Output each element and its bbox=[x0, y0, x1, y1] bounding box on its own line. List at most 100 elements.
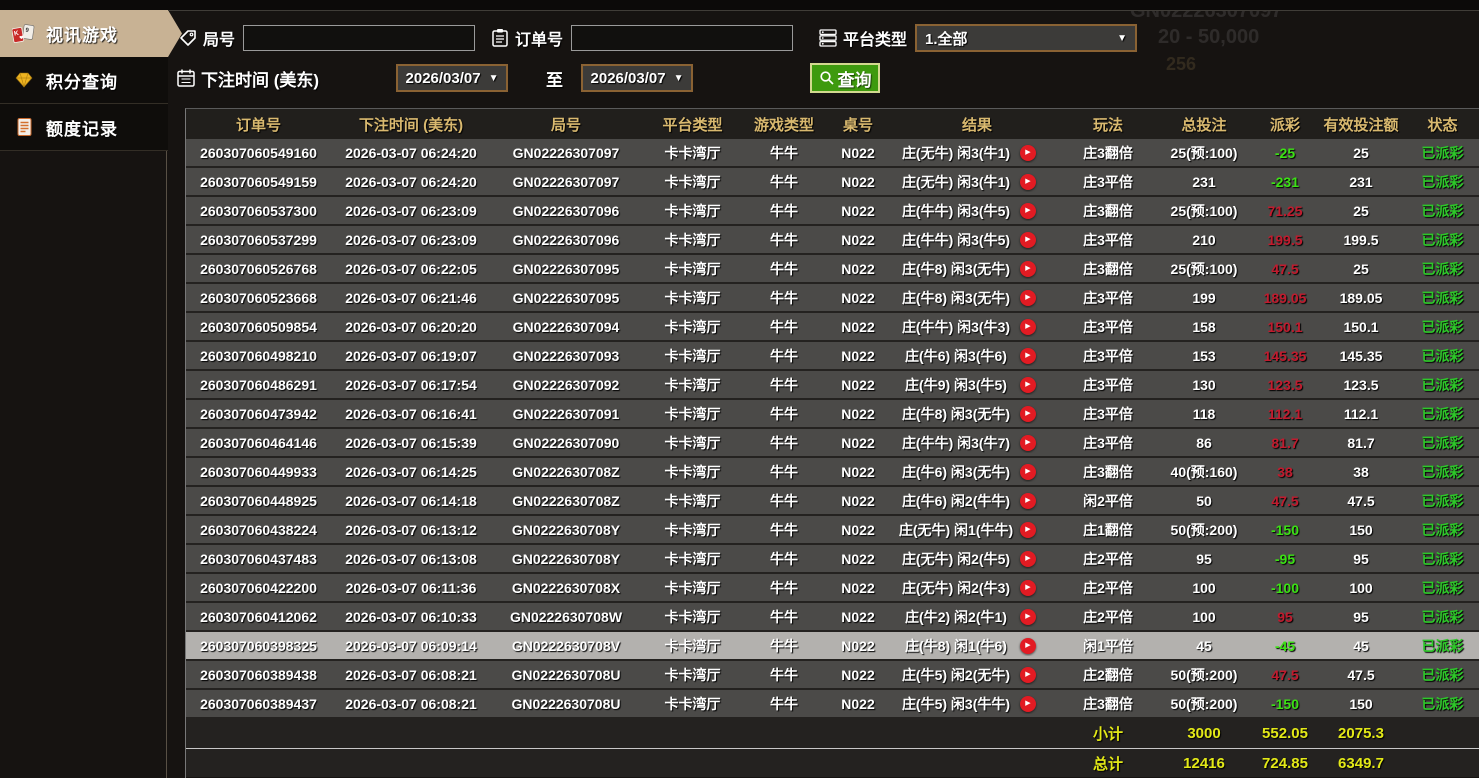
result-cell: 庄(牛牛) 闲3(牛5)▶ bbox=[892, 230, 1062, 250]
table-row[interactable]: 2603070604499332026-03-07 06:14:25GN0222… bbox=[186, 458, 1479, 487]
total-bet-cell: 118 bbox=[1154, 406, 1254, 422]
order-no-cell: 260307060486291 bbox=[186, 377, 331, 393]
play-video-icon[interactable]: ▶ bbox=[1020, 638, 1036, 654]
status-cell: 已派彩 bbox=[1406, 143, 1479, 163]
payout-cell: 189.05 bbox=[1254, 290, 1316, 306]
payout-cell: 145.35 bbox=[1254, 348, 1316, 364]
total-bet-cell: 100 bbox=[1154, 609, 1254, 625]
grand-total-row: 总计 12416 724.85 6349.7 bbox=[186, 748, 1479, 777]
play-video-icon[interactable]: ▶ bbox=[1020, 348, 1036, 364]
filter-row-1: 局号 订单号 平台类型 1.全部 ▼ bbox=[168, 23, 1479, 53]
sidebar: 9 K 视讯游戏 积分查询 额度记录 bbox=[0, 10, 168, 151]
play-video-icon[interactable]: ▶ bbox=[1020, 174, 1036, 190]
records-table: 订单号下注时间 (美东)局号平台类型游戏类型桌号结果玩法总投注派彩有效投注额状态… bbox=[185, 108, 1479, 778]
play-video-icon[interactable]: ▶ bbox=[1020, 580, 1036, 596]
table-no-cell: N022 bbox=[824, 551, 892, 567]
table-row[interactable]: 2603070604382242026-03-07 06:13:12GN0222… bbox=[186, 516, 1479, 545]
column-header: 玩法 bbox=[1062, 114, 1154, 135]
table-row[interactable]: 2603070604739422026-03-07 06:16:41GN0222… bbox=[186, 400, 1479, 429]
table-row[interactable]: 2603070605236682026-03-07 06:21:46GN0222… bbox=[186, 284, 1479, 313]
bet-time-cell: 2026-03-07 06:17:54 bbox=[331, 377, 491, 393]
bet-time-label: 下注时间 (美东) bbox=[201, 66, 319, 91]
play-video-icon[interactable]: ▶ bbox=[1020, 464, 1036, 480]
play-type-cell: 闲2平倍 bbox=[1062, 491, 1154, 511]
table-no-cell: N022 bbox=[824, 493, 892, 509]
play-video-icon[interactable]: ▶ bbox=[1020, 290, 1036, 306]
result-text: 庄(牛6) 闲3(无牛) bbox=[892, 462, 1020, 482]
play-video-icon[interactable]: ▶ bbox=[1020, 232, 1036, 248]
result-text: 庄(牛牛) 闲3(牛5) bbox=[892, 230, 1020, 250]
round-no-cell: GN02226307095 bbox=[491, 290, 641, 306]
round-no-cell: GN02226307093 bbox=[491, 348, 641, 364]
sidebar-item-credit-records[interactable]: 额度记录 bbox=[0, 104, 168, 151]
play-video-icon[interactable]: ▶ bbox=[1020, 406, 1036, 422]
play-video-icon[interactable]: ▶ bbox=[1020, 203, 1036, 219]
play-type-cell: 庄3翻倍 bbox=[1062, 694, 1154, 714]
total-bet-cell: 50 bbox=[1154, 493, 1254, 509]
play-video-icon[interactable]: ▶ bbox=[1020, 522, 1036, 538]
play-video-icon[interactable]: ▶ bbox=[1020, 609, 1036, 625]
table-row[interactable]: 2603070604222002026-03-07 06:11:36GN0222… bbox=[186, 574, 1479, 603]
table-row[interactable]: 2603070604374832026-03-07 06:13:08GN0222… bbox=[186, 545, 1479, 574]
table-no-cell: N022 bbox=[824, 261, 892, 277]
table-row[interactable]: 2603070605372992026-03-07 06:23:09GN0222… bbox=[186, 226, 1479, 255]
round-no-cell: GN0222630708U bbox=[491, 696, 641, 712]
table-row[interactable]: 2603070604982102026-03-07 06:19:07GN0222… bbox=[186, 342, 1479, 371]
search-button[interactable]: 查询 bbox=[810, 63, 880, 93]
table-row[interactable]: 2603070605491602026-03-07 06:24:20GN0222… bbox=[186, 139, 1479, 168]
table-row[interactable]: 2603070605098542026-03-07 06:20:20GN0222… bbox=[186, 313, 1479, 342]
valid-bet-cell: 150.1 bbox=[1316, 319, 1406, 335]
table-row[interactable]: 2603070603894382026-03-07 06:08:21GN0222… bbox=[186, 661, 1479, 690]
date-to-select[interactable]: 2026/03/07 ▼ bbox=[581, 64, 693, 92]
search-icon bbox=[819, 70, 835, 86]
valid-bet-cell: 231 bbox=[1316, 174, 1406, 190]
play-video-icon[interactable]: ▶ bbox=[1020, 145, 1036, 161]
play-video-icon[interactable]: ▶ bbox=[1020, 377, 1036, 393]
platform-cell: 卡卡湾厅 bbox=[641, 259, 744, 279]
table-row[interactable]: 2603070604862912026-03-07 06:17:54GN0222… bbox=[186, 371, 1479, 400]
subtotal-total-bet: 3000 bbox=[1154, 725, 1254, 742]
table-row[interactable]: 2603070604641462026-03-07 06:15:39GN0222… bbox=[186, 429, 1479, 458]
table-row[interactable]: 2603070603894372026-03-07 06:08:21GN0222… bbox=[186, 690, 1479, 719]
result-text: 庄(无牛) 闲3(牛1) bbox=[892, 143, 1020, 163]
round-no-cell: GN0222630708Z bbox=[491, 464, 641, 480]
table-row[interactable]: 2603070604489252026-03-07 06:14:18GN0222… bbox=[186, 487, 1479, 516]
play-video-icon[interactable]: ▶ bbox=[1020, 667, 1036, 683]
play-video-icon[interactable]: ▶ bbox=[1020, 696, 1036, 712]
play-video-icon[interactable]: ▶ bbox=[1020, 493, 1036, 509]
platform-cell: 卡卡湾厅 bbox=[641, 404, 744, 424]
payout-cell: -45 bbox=[1254, 638, 1316, 654]
play-video-icon[interactable]: ▶ bbox=[1020, 435, 1036, 451]
table-row[interactable]: 2603070603983252026-03-07 06:09:14GN0222… bbox=[186, 632, 1479, 661]
result-text: 庄(无牛) 闲3(牛1) bbox=[892, 172, 1020, 192]
play-video-icon[interactable]: ▶ bbox=[1020, 319, 1036, 335]
sidebar-item-label: 额度记录 bbox=[46, 115, 118, 140]
result-text: 庄(牛6) 闲3(牛6) bbox=[892, 346, 1020, 366]
payout-cell: -25 bbox=[1254, 145, 1316, 161]
table-row[interactable]: 2603070604120622026-03-07 06:10:33GN0222… bbox=[186, 603, 1479, 632]
bet-time-cell: 2026-03-07 06:19:07 bbox=[331, 348, 491, 364]
sidebar-item-label: 积分查询 bbox=[46, 68, 118, 93]
play-type-cell: 庄3平倍 bbox=[1062, 230, 1154, 250]
table-no-cell: N022 bbox=[824, 580, 892, 596]
platform-cell: 卡卡湾厅 bbox=[641, 172, 744, 192]
game-type-cell: 牛牛 bbox=[744, 288, 824, 308]
date-from-select[interactable]: 2026/03/07 ▼ bbox=[396, 64, 508, 92]
table-row[interactable]: 2603070605491592026-03-07 06:24:20GN0222… bbox=[186, 168, 1479, 197]
table-row[interactable]: 2603070605373002026-03-07 06:23:09GN0222… bbox=[186, 197, 1479, 226]
grand-total-label: 总计 bbox=[1062, 753, 1154, 774]
valid-bet-cell: 150 bbox=[1316, 696, 1406, 712]
table-row[interactable]: 2603070605267682026-03-07 06:22:05GN0222… bbox=[186, 255, 1479, 284]
column-header: 总投注 bbox=[1154, 114, 1254, 135]
play-type-cell: 庄3平倍 bbox=[1062, 288, 1154, 308]
bet-time-cell: 2026-03-07 06:14:25 bbox=[331, 464, 491, 480]
play-video-icon[interactable]: ▶ bbox=[1020, 551, 1036, 567]
sidebar-item-video-games[interactable]: 9 K 视讯游戏 bbox=[0, 10, 182, 57]
sidebar-item-points-query[interactable]: 积分查询 bbox=[0, 57, 168, 104]
order-no-input[interactable] bbox=[571, 25, 793, 51]
round-no-input[interactable] bbox=[243, 25, 475, 51]
round-no-cell: GN0222630708Y bbox=[491, 551, 641, 567]
total-bet-cell: 231 bbox=[1154, 174, 1254, 190]
platform-type-select[interactable]: 1.全部 ▼ bbox=[915, 24, 1137, 52]
play-video-icon[interactable]: ▶ bbox=[1020, 261, 1036, 277]
